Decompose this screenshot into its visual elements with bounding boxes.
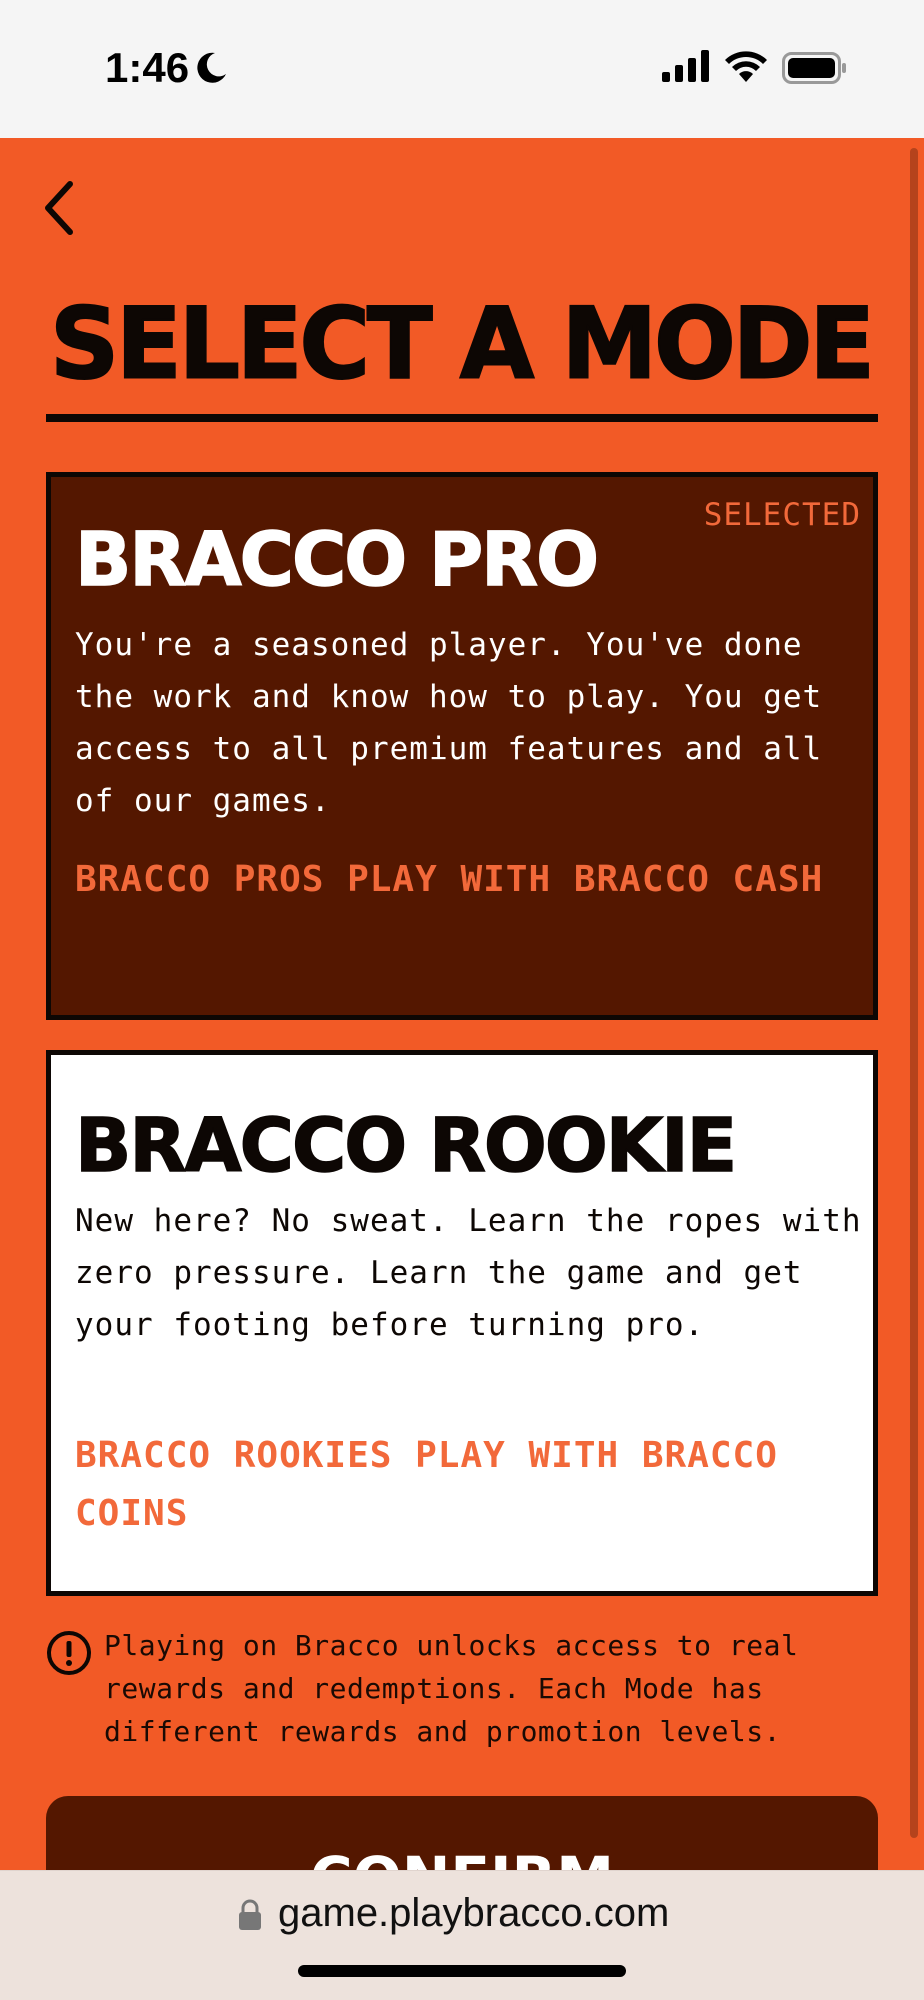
status-time: 1:46 [105, 44, 190, 91]
confirm-label: CONFIRM [46, 1844, 878, 1870]
mode-description: You're a seasoned player. You've done th… [75, 627, 823, 819]
selected-badge: SELECTED [703, 497, 861, 533]
back-button[interactable] [40, 178, 84, 238]
scrollbar[interactable] [910, 148, 918, 1838]
moon-icon [193, 50, 229, 91]
mode-card-pro[interactable]: SELECTED BRACCO PRO You're a seasoned pl… [46, 472, 878, 1020]
back-chevron-icon [45, 181, 73, 235]
mode-description: New here? No sweat. Learn the ropes with… [75, 1203, 862, 1343]
browser-url-bar[interactable]: game.playbracco.com [0, 1870, 924, 2000]
status-bar: 1:46 [0, 0, 924, 138]
mode-currency: BRACCO PROS PLAY WITH BRACCO CASH [75, 859, 824, 900]
info-text: Playing on Bracco unlocks access to real… [104, 1629, 799, 1748]
page-title: SELECT A MODE [49, 286, 876, 402]
mode-select-screen: SELECT A MODE SELECTED BRACCO PRO You're… [0, 138, 924, 1870]
home-indicator[interactable] [298, 1965, 626, 1977]
lock-icon [238, 1899, 262, 1936]
mode-title: BRACCO ROOKIE [74, 1102, 738, 1190]
url-text[interactable]: game.playbracco.com [278, 1891, 669, 1936]
signal-icon [662, 50, 710, 87]
mode-card-rookie[interactable]: BRACCO ROOKIE New here? No sweat. Learn … [46, 1050, 878, 1596]
mode-currency: BRACCO ROOKIES PLAY WITH BRACCO COINS [75, 1435, 778, 1534]
mode-title: BRACCO PRO [74, 516, 600, 604]
confirm-button[interactable]: CONFIRM [46, 1796, 878, 1870]
info-icon [46, 1630, 92, 1681]
wifi-icon [724, 48, 768, 87]
title-divider [46, 414, 878, 422]
battery-icon [782, 52, 848, 89]
